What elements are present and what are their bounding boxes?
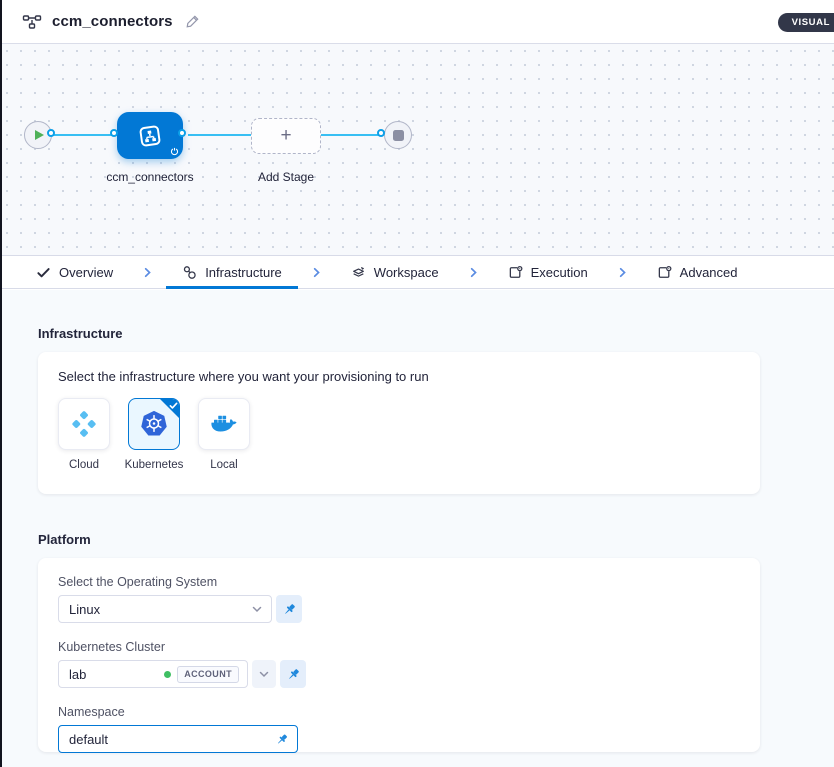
cloud-tile[interactable]	[58, 398, 110, 450]
check-icon	[169, 401, 178, 410]
edge-stage-to-add	[188, 134, 251, 136]
chevron-right-icon	[141, 256, 154, 288]
local-tile[interactable]	[198, 398, 250, 450]
end-port	[377, 129, 385, 137]
cloud-icon	[70, 410, 98, 438]
chevron-right-icon	[616, 256, 629, 288]
cluster-input-type-pin-button[interactable]	[280, 660, 306, 688]
infrastructure-description: Select the infrastructure where you want…	[58, 369, 740, 384]
stage-tabbar: Overview Infrastructure Workspace	[0, 255, 834, 289]
os-input-type-pin-button[interactable]	[276, 595, 302, 623]
pin-icon	[282, 602, 297, 617]
edge-add-to-end	[321, 134, 381, 136]
stage-right-port	[178, 129, 186, 137]
connector-status-dot	[164, 671, 171, 678]
platform-heading: Platform	[38, 532, 91, 547]
play-icon	[35, 130, 44, 140]
start-port	[47, 129, 55, 137]
chevron-right-icon	[310, 256, 323, 288]
infra-option-local[interactable]: Local	[198, 398, 250, 471]
chevron-down-icon	[251, 603, 263, 615]
tab-workspace[interactable]: Workspace	[349, 256, 441, 288]
stage-label: ccm_connectors	[92, 170, 208, 184]
tab-advanced[interactable]: Advanced	[655, 256, 740, 288]
stop-icon	[393, 130, 404, 141]
conditional-execution-icon	[170, 147, 179, 156]
infra-option-kubernetes[interactable]: Kubernetes	[128, 398, 180, 471]
pin-icon[interactable]	[275, 732, 289, 747]
tab-label: Workspace	[374, 265, 439, 280]
custom-stage-icon	[137, 123, 163, 149]
workspace-icon	[351, 265, 366, 280]
cluster-dropdown-button[interactable]	[252, 660, 276, 688]
tab-label: Advanced	[680, 265, 738, 280]
namespace-label: Namespace	[58, 705, 740, 719]
check-icon	[36, 265, 51, 280]
infra-option-cloud[interactable]: Cloud	[58, 398, 110, 471]
infrastructure-panel: Infrastructure Select the infrastructure…	[0, 290, 834, 767]
add-stage-label: Add Stage	[249, 170, 323, 184]
sidebar-edge	[0, 0, 2, 767]
infrastructure-icon	[182, 265, 197, 280]
pipeline-end-node	[384, 121, 412, 149]
docker-icon	[209, 409, 239, 439]
infrastructure-card: Select the infrastructure where you want…	[38, 352, 760, 494]
namespace-field-row	[58, 725, 740, 753]
pipeline-title: ccm_connectors	[52, 13, 173, 30]
scope-badge: ACCOUNT	[177, 666, 239, 683]
infrastructure-options: Cloud	[58, 398, 740, 471]
pipeline-canvas[interactable]: + ccm_connectors Add Stage	[0, 44, 834, 255]
tab-infrastructure[interactable]: Infrastructure	[180, 256, 284, 288]
execution-icon	[508, 265, 523, 280]
namespace-input-wrap[interactable]	[58, 725, 298, 753]
tab-overview[interactable]: Overview	[34, 256, 115, 288]
chevron-right-icon	[467, 256, 480, 288]
os-selected-value: Linux	[69, 602, 251, 617]
pipeline-studio: ccm_connectors VISUAL	[0, 0, 834, 767]
cluster-input[interactable]	[69, 661, 164, 687]
tab-execution[interactable]: Execution	[506, 256, 590, 288]
add-stage-button[interactable]: +	[251, 118, 321, 154]
pipeline-icon	[22, 12, 42, 32]
cluster-input-wrap[interactable]: ACCOUNT	[58, 660, 248, 688]
visual-yaml-toggle[interactable]: VISUAL	[778, 13, 834, 32]
advanced-icon	[657, 265, 672, 280]
os-field-row: Linux	[58, 595, 740, 623]
namespace-input[interactable]	[69, 726, 275, 752]
platform-card: Select the Operating System Linux	[38, 558, 760, 752]
option-label: Kubernetes	[125, 459, 184, 471]
selected-corner	[160, 399, 179, 418]
tab-label: Execution	[531, 265, 588, 280]
option-label: Local	[210, 459, 238, 471]
kubernetes-tile[interactable]	[128, 398, 180, 450]
infrastructure-heading: Infrastructure	[38, 326, 123, 341]
os-select[interactable]: Linux	[58, 595, 272, 623]
option-label: Cloud	[69, 459, 99, 471]
pipeline-header: ccm_connectors VISUAL	[0, 0, 834, 44]
pin-icon	[286, 667, 301, 682]
os-label: Select the Operating System	[58, 575, 740, 589]
cluster-field-row: ACCOUNT	[58, 660, 740, 688]
chevron-down-icon	[258, 668, 270, 680]
edit-pencil-icon[interactable]	[185, 14, 200, 29]
stage-node-ccm-connectors[interactable]	[117, 112, 183, 159]
plus-icon: +	[280, 126, 291, 145]
edge-start-to-stage	[53, 134, 117, 136]
tab-label: Infrastructure	[205, 265, 282, 280]
cluster-label: Kubernetes Cluster	[58, 640, 740, 654]
stage-left-port	[110, 129, 118, 137]
tab-label: Overview	[59, 265, 113, 280]
